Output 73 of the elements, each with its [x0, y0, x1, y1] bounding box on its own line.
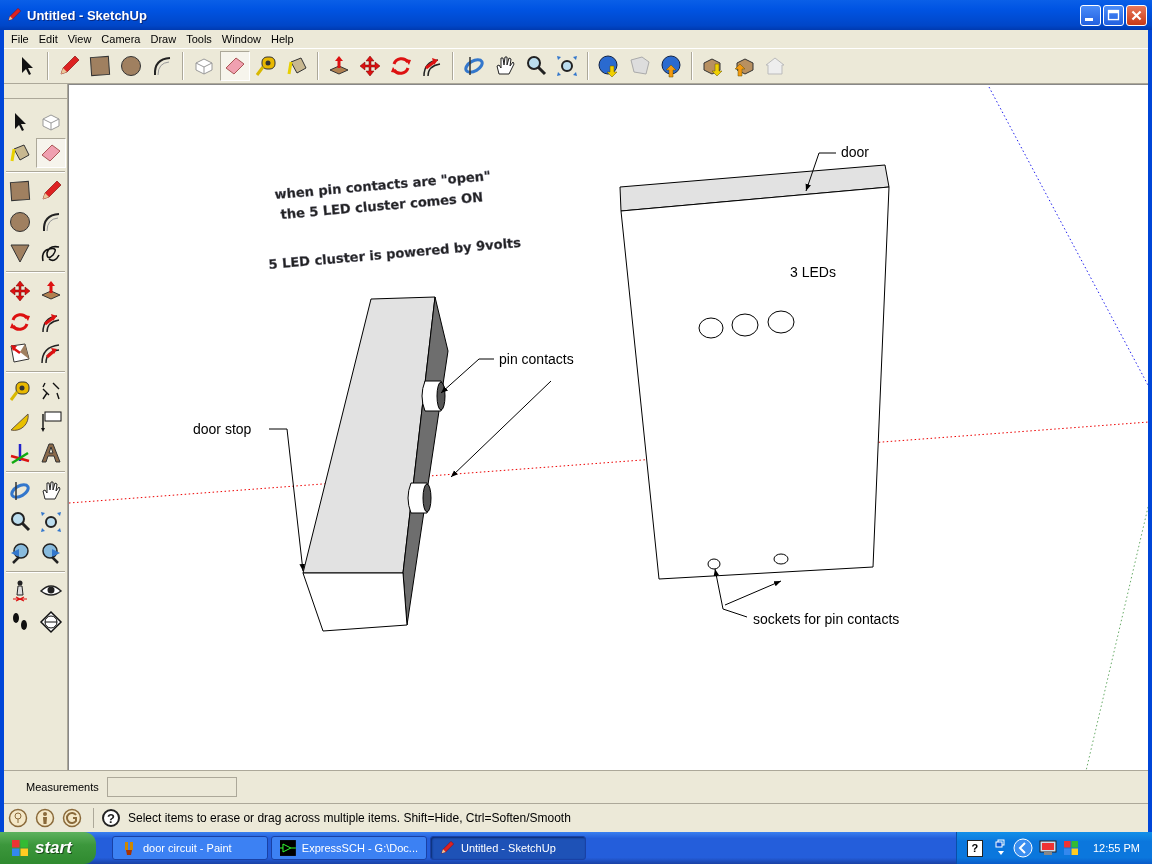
- folded-sheet-icon: [628, 54, 652, 78]
- help-icon[interactable]: ?: [966, 839, 983, 857]
- person-icon[interactable]: [35, 808, 55, 828]
- led-hole: [698, 317, 724, 339]
- rotate-arrows-icon: [8, 310, 32, 334]
- orbit-icon: [462, 54, 486, 78]
- tape-measure-icon: [8, 379, 32, 403]
- status-text: Select items to erase or drag across multiple items. Shift=Hide, Ctrl=Soften/Smooth: [128, 811, 571, 825]
- leader-line: [805, 152, 837, 192]
- pencil-icon: [57, 54, 81, 78]
- pencil-icon: [39, 179, 63, 203]
- menu-item[interactable]: Tools: [181, 33, 217, 45]
- magnifier-icon: [524, 54, 548, 78]
- led-hole: [767, 310, 795, 334]
- magnifier-arrows-icon: [39, 510, 63, 534]
- menu-item[interactable]: Edit: [33, 33, 63, 45]
- hand-icon: [39, 479, 63, 503]
- close-button[interactable]: [1126, 4, 1147, 26]
- windows-flag-icon[interactable]: [1062, 840, 1079, 856]
- taskbar-button[interactable]: ExpressSCH - G:\Doc...: [271, 836, 427, 860]
- menu-item[interactable]: Camera: [96, 33, 146, 45]
- annotation-label: sockets for pin contacts: [753, 611, 900, 627]
- menu-item[interactable]: File: [6, 33, 34, 45]
- rotate-arrows-icon: [389, 54, 413, 78]
- circle-icon: [8, 210, 32, 234]
- four-way-arrow-icon: [8, 279, 32, 303]
- menu-item[interactable]: Window: [216, 33, 266, 45]
- magnifier-arrows-icon: [555, 54, 579, 78]
- menu-item[interactable]: View: [62, 33, 97, 45]
- socket-hole: [707, 558, 721, 570]
- measurements-label: Measurements: [26, 781, 99, 793]
- measurements-field[interactable]: [106, 777, 237, 797]
- section-plane-icon: [39, 610, 63, 634]
- chevron-left-icon[interactable]: [1012, 838, 1033, 858]
- axes-icon: [8, 441, 32, 465]
- minimize-icon: [1084, 17, 1093, 21]
- window-title: Untitled - SketchUp: [27, 7, 148, 23]
- start-button[interactable]: start: [0, 832, 96, 864]
- eraser-tool-button[interactable]: [220, 51, 250, 81]
- annotation-label: door stop: [193, 421, 252, 437]
- circle-icon: [119, 54, 143, 78]
- magnifier-icon: [8, 510, 32, 534]
- monitor-icon[interactable]: [1038, 840, 1057, 856]
- hand-icon: [493, 54, 517, 78]
- socket-hole: [773, 553, 789, 565]
- globe-outline-icon[interactable]: [62, 808, 82, 828]
- lightbulb-icon[interactable]: [8, 808, 28, 828]
- tape-measure-icon: [254, 54, 278, 78]
- pin-contact: [421, 380, 446, 412]
- triangle-icon: [8, 241, 32, 265]
- pencil-icon: [6, 7, 22, 23]
- orbit-icon: [8, 479, 32, 503]
- menu-item[interactable]: Draw: [145, 33, 182, 45]
- taskbar-button[interactable]: Untitled - SketchUp: [430, 836, 586, 860]
- annotation-label: door: [841, 144, 870, 160]
- led-hole: [731, 313, 759, 337]
- four-way-arrow-icon: [358, 54, 382, 78]
- help-icon[interactable]: ?: [102, 809, 120, 827]
- clock: 12:55 PM: [1092, 842, 1140, 854]
- annotation-label: 3 LEDs: [790, 264, 836, 280]
- taskbar-button[interactable]: door circuit - Paint: [112, 836, 268, 860]
- text-leader-icon: [39, 410, 63, 434]
- 3d-text-note: 5 LED cluster is powered by 9volts: [267, 235, 522, 272]
- maximize-button[interactable]: [1103, 4, 1124, 26]
- letter-a-icon: [39, 441, 63, 465]
- pin-contact: [407, 482, 432, 514]
- pencil-icon: [439, 840, 455, 856]
- minimize-button[interactable]: [1080, 4, 1101, 26]
- scale-icon: [8, 341, 32, 365]
- annotation-label: pin contacts: [499, 351, 574, 367]
- windows-flag-icon: [10, 838, 30, 858]
- menu-item[interactable]: Help: [265, 33, 299, 45]
- eraser-tool-button[interactable]: [36, 138, 66, 168]
